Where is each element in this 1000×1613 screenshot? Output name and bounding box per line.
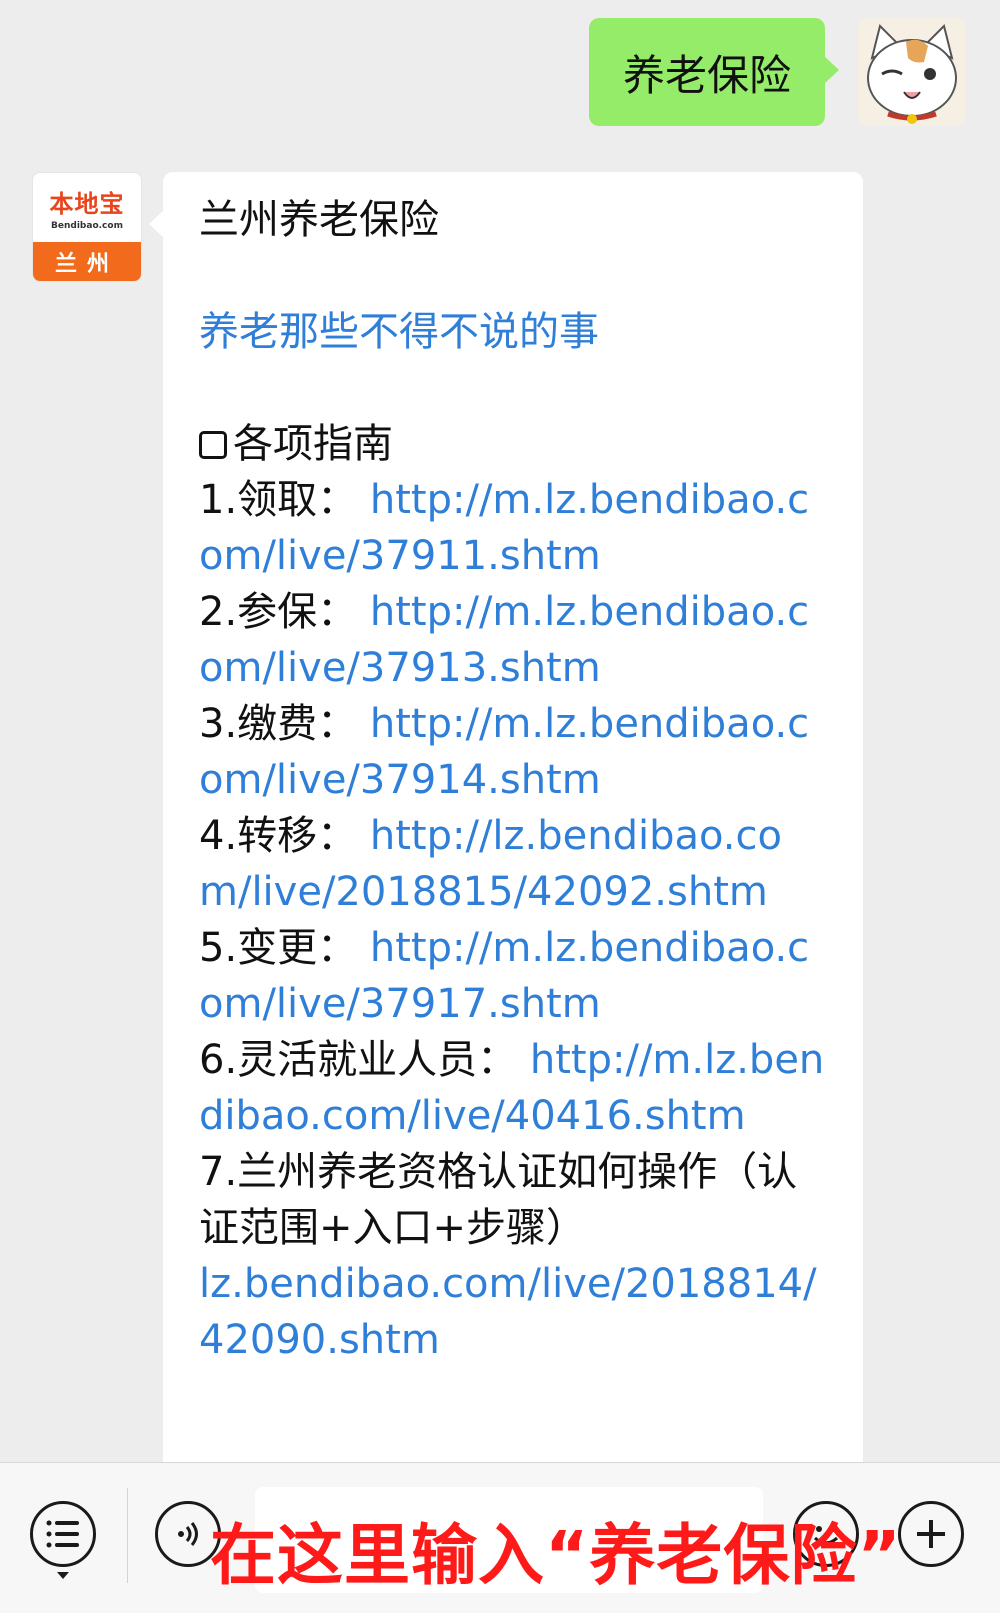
divider (127, 1488, 128, 1583)
guide-item-label: 6.灵活就业人员： (199, 1037, 518, 1083)
guide-item-1: 1.领取： http://m.lz.bendibao.com/live/3791… (199, 472, 833, 584)
guide-item-6: 6.灵活就业人员： http://m.lz.bendibao.com/live/… (199, 1032, 833, 1144)
user-avatar[interactable] (858, 18, 966, 126)
guide-item-7: 7.兰州养老资格认证如何操作（认证范围+入口+步骤） (199, 1144, 833, 1256)
section-heading-text: 各项指南 (233, 421, 393, 467)
outgoing-message-row: 养老保险 (0, 18, 1000, 128)
outgoing-message-bubble[interactable]: 养老保险 (588, 18, 840, 126)
section-heading: 各项指南 (199, 416, 833, 472)
menu-toggle-button[interactable] (30, 1501, 96, 1567)
avatar-logo-area: 本地宝 Bendibao.com (33, 173, 141, 242)
outgoing-message-text: 养老保险 (622, 50, 791, 100)
menu-list-icon (46, 1520, 79, 1548)
guide-item-label: 1.领取： (199, 477, 358, 523)
avatar-logo-text: 本地宝 (49, 190, 125, 219)
guide-item-label: 7.兰州养老资格认证如何操作（认证范围+入口+步骤） (199, 1149, 798, 1251)
guide-item-2: 2.参保： http://m.lz.bendibao.com/live/3791… (199, 584, 833, 696)
cat-avatar-icon (858, 18, 966, 126)
checkbox-icon (199, 431, 227, 459)
plus-icon (917, 1520, 945, 1548)
avatar-logo-sub: Bendibao.com (51, 221, 123, 232)
guide-item-label: 2.参保： (199, 589, 358, 635)
message-title: 兰州养老保险 (199, 197, 439, 243)
guide-item-3: 3.缴费： http://m.lz.bendibao.com/live/3791… (199, 696, 833, 808)
guide-item-label: 5.变更： (199, 925, 358, 971)
more-options-button[interactable] (898, 1501, 964, 1567)
subtitle-link[interactable]: 养老那些不得不说的事 (199, 304, 833, 360)
incoming-message-bubble: 兰州养老保险 养老那些不得不说的事 各项指南 1.领取： http://m.lz… (149, 172, 863, 1472)
voice-icon (178, 1522, 198, 1546)
guide-item-5: 5.变更： http://m.lz.bendibao.com/live/3791… (199, 920, 833, 1032)
guide-item-label: 4.转移： (199, 813, 358, 859)
input-hint-overlay: 在这里输入“养老保险” (210, 1517, 902, 1594)
guide-item-4: 4.转移： http://lz.bendibao.com/live/201881… (199, 808, 833, 920)
guide-item-label: 3.缴费： (199, 701, 358, 747)
avatar-city-label: 兰州 (33, 242, 141, 281)
guide-item-link[interactable]: lz.bendibao.com/live/2018814/42090.shtm (199, 1256, 833, 1368)
official-account-avatar[interactable]: 本地宝 Bendibao.com 兰州 (32, 172, 142, 282)
chevron-down-icon (57, 1572, 69, 1579)
